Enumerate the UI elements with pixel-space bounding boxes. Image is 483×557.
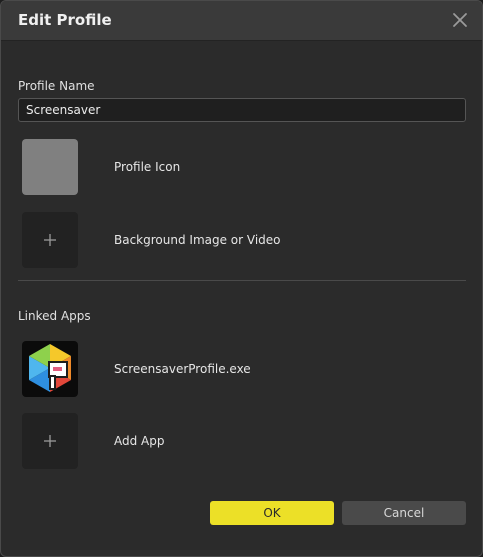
section-divider	[18, 280, 466, 281]
profile-name-label: Profile Name	[18, 79, 95, 93]
add-background-button[interactable]	[22, 212, 78, 268]
profile-name-input[interactable]	[18, 98, 466, 122]
profile-icon-swatch[interactable]	[22, 139, 78, 195]
linked-apps-label: Linked Apps	[18, 309, 91, 323]
screensaver-profile-app-icon[interactable]	[22, 341, 78, 397]
add-app-button[interactable]	[22, 413, 78, 469]
background-label: Background Image or Video	[114, 233, 281, 247]
dialog-title: Edit Profile	[18, 11, 112, 29]
close-icon[interactable]	[450, 10, 470, 30]
ok-button[interactable]: OK	[210, 501, 334, 525]
add-app-label: Add App	[114, 434, 165, 448]
plus-icon	[44, 234, 56, 246]
plus-icon	[44, 435, 56, 447]
cancel-button[interactable]: Cancel	[342, 501, 466, 525]
dialog-titlebar: Edit Profile	[1, 1, 482, 41]
edit-profile-dialog: Edit Profile Profile Name Profile Icon B…	[0, 0, 483, 557]
profile-icon-label: Profile Icon	[114, 160, 181, 174]
linked-app-name: ScreensaverProfile.exe	[114, 362, 251, 376]
